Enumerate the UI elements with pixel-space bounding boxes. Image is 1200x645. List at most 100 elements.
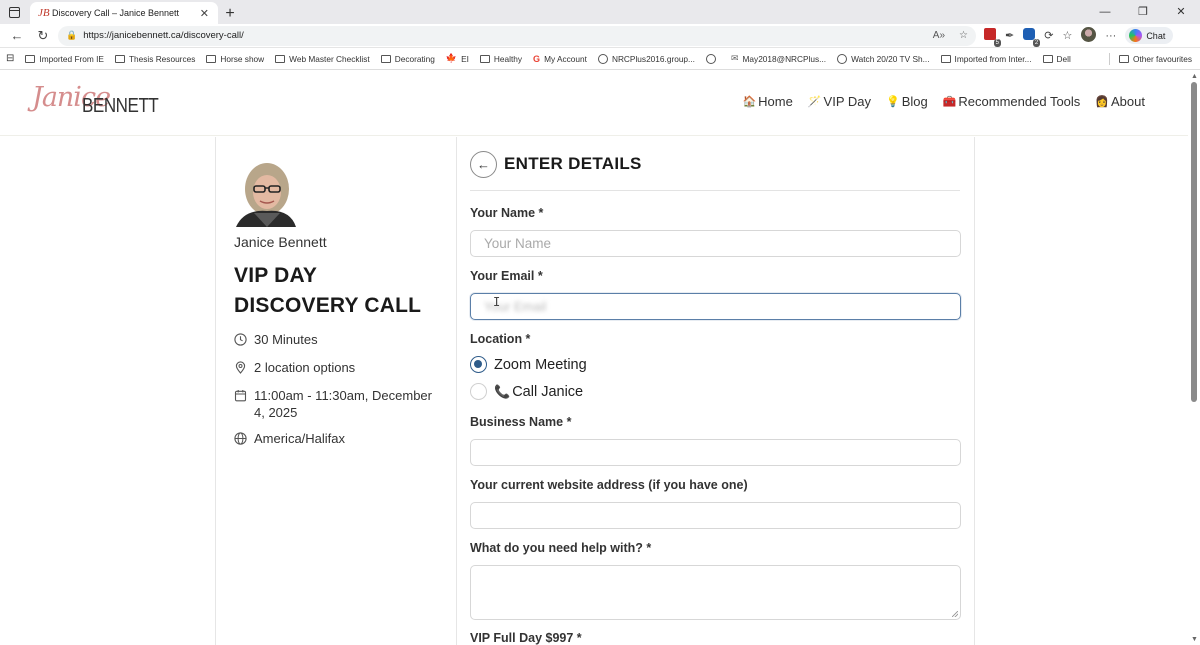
bookmark-item[interactable]: Imported From IE	[25, 54, 104, 64]
site-logo[interactable]: Janice BENNETT	[30, 82, 160, 122]
folder-icon	[380, 54, 391, 63]
bookmark-label: Horse show	[220, 53, 265, 64]
form-heading: ENTER DETAILS	[504, 154, 642, 173]
location-option-call-label: Call Janice	[512, 383, 584, 400]
nav-home-label: Home	[758, 94, 793, 109]
bookmark-item[interactable]: Imported from Inter...	[940, 54, 1032, 64]
extension-red-icon[interactable]: 5	[984, 28, 1001, 47]
back-arrow-icon[interactable]: ←	[6, 28, 28, 43]
bookmark-item[interactable]: Decorating	[380, 53, 435, 64]
new-tab-button[interactable]: +	[218, 4, 242, 24]
nav-blog[interactable]: 💡 Blog	[886, 94, 928, 109]
nav-home[interactable]: 🏠 Home	[742, 94, 792, 109]
globe-icon	[837, 53, 848, 64]
bookmark-item[interactable]: Watch 20/20 TV Sh...	[837, 53, 930, 64]
read-aloud-icon[interactable]: A»	[933, 30, 945, 41]
favorites-icon[interactable]: ☆	[1062, 29, 1072, 42]
restore-icon[interactable]: ❐	[1124, 0, 1162, 24]
bookmark-label: Imported From IE	[39, 53, 104, 64]
event-title-line-1: VIP DAY	[234, 264, 318, 287]
scrollbar-thumb[interactable]	[1191, 82, 1197, 402]
more-menu-icon[interactable]: ···	[1105, 30, 1116, 42]
back-button[interactable]: ←	[470, 151, 497, 178]
bookmark-item[interactable]: Horse show	[206, 54, 264, 64]
bookmark-item[interactable]: NRCPlus2016.group...	[597, 53, 695, 64]
bookmark-label: Healthy	[493, 53, 523, 64]
calendar-icon	[234, 390, 247, 402]
bookmark-item[interactable]: ✉ May2018@NRCPlus...	[731, 53, 826, 64]
extension-blue-icon[interactable]: 2	[1023, 28, 1041, 47]
address-bar[interactable]: 🔒 https://janicebennett.ca/discovery-cal…	[58, 25, 976, 46]
window-controls: — ❐ ✕	[1086, 0, 1200, 24]
datetime-text: 11:00am - 11:30am, December 4, 2025	[254, 388, 432, 420]
browser-tab-active[interactable]: JB Discovery Call – Janice Bennett ✕	[30, 2, 218, 24]
host-name: Janice Bennett	[234, 234, 327, 250]
copilot-icon	[1129, 29, 1143, 42]
website-input[interactable]	[470, 502, 961, 529]
main-nav: 🏠 Home 🪄 VIP Day 💡 Blog 🧰 Recommended Tools …	[742, 94, 1145, 109]
lightbulb-icon: 💡	[885, 96, 900, 108]
phone-icon: 📞	[494, 383, 511, 399]
event-details-panel: Janice Bennett VIP DAY DISCOVERY CALL 30…	[215, 137, 457, 645]
maple-leaf-icon: 🍁	[445, 53, 458, 63]
page-scrollbar[interactable]: ▲ ▼	[1188, 70, 1200, 645]
folder-icon	[479, 54, 490, 63]
site-favicon-icon: JB	[38, 7, 50, 19]
profile-avatar[interactable]	[1081, 26, 1097, 45]
bookmark-label: May2018@NRCPlus...	[742, 53, 827, 64]
location-pin-icon	[235, 361, 246, 374]
scroll-up-icon[interactable]: ▲	[1191, 73, 1198, 80]
globe-icon	[597, 53, 608, 64]
bookmark-item[interactable]: Dell	[1042, 54, 1071, 64]
bookmark-item[interactable]: G My Account	[533, 54, 587, 64]
locations-text: 2 location options	[254, 360, 356, 375]
email-input[interactable]: Your Email I	[470, 293, 961, 320]
close-window-icon[interactable]: ✕	[1162, 0, 1200, 24]
business-label: Business Name *	[470, 415, 572, 429]
person-icon: 👩	[1095, 96, 1110, 108]
event-datetime: 11:00am - 11:30am, December 4, 2025	[234, 387, 444, 421]
location-option-zoom[interactable]: Zoom Meeting	[470, 356, 587, 373]
location-option-zoom-label: Zoom Meeting	[494, 356, 587, 373]
tab-title: Discovery Call – Janice Bennett	[52, 8, 180, 18]
help-textarea[interactable]	[470, 565, 961, 620]
bookmark-label: Decorating	[394, 53, 435, 64]
nav-about-label: About	[1111, 94, 1145, 109]
form-divider	[470, 190, 960, 191]
name-input[interactable]: Your Name	[470, 230, 961, 257]
close-tab-icon[interactable]: ✕	[197, 7, 212, 20]
radio-selected[interactable]	[470, 356, 487, 373]
minimize-icon[interactable]: —	[1086, 0, 1124, 24]
eyedropper-icon[interactable]: ✒	[1005, 29, 1014, 42]
extensions-area: 5 ✒ 2 ⟳ ☆ ··· Chat	[984, 26, 1174, 47]
chat-label: Chat	[1146, 30, 1166, 41]
lock-icon[interactable]: 🔒	[66, 30, 77, 41]
favorite-star-icon[interactable]: ☆	[959, 30, 968, 41]
house-icon: 🏠	[742, 96, 757, 108]
nav-recommended-tools[interactable]: 🧰 Recommended Tools	[943, 94, 1081, 109]
reading-list-icon[interactable]: ⊟	[6, 53, 14, 64]
sync-icon[interactable]: ⟳	[1044, 29, 1053, 42]
url-text[interactable]: https://janicebennett.ca/discovery-call/	[83, 30, 919, 41]
copilot-chat-button[interactable]: Chat	[1125, 27, 1174, 44]
website-label: Your current website address (if you hav…	[470, 478, 748, 492]
business-input[interactable]	[470, 439, 961, 466]
nav-vip-day[interactable]: 🪄 VIP Day	[808, 94, 871, 109]
vip-label: VIP Full Day $997 *	[470, 631, 582, 645]
location-option-call[interactable]: 📞 Call Janice	[470, 383, 583, 400]
timezone-text: America/Halifax	[254, 431, 346, 446]
nav-recommended-tools-label: Recommended Tools	[958, 94, 1081, 109]
nav-about[interactable]: 👩 About	[1095, 94, 1145, 109]
bookmark-item[interactable]: Healthy	[479, 53, 523, 64]
bookmark-item[interactable]: Thesis Resources	[114, 54, 195, 64]
bookmark-item[interactable]: 🍁 EI	[446, 53, 469, 64]
bookmark-item[interactable]	[705, 53, 720, 64]
google-icon: G	[533, 53, 541, 64]
tab-actions-icon[interactable]	[0, 0, 28, 24]
scroll-down-icon[interactable]: ▼	[1191, 636, 1198, 643]
radio-unselected[interactable]	[470, 383, 487, 400]
bookmark-item[interactable]: Web Master Checklist	[275, 54, 370, 64]
other-favourites-folder[interactable]: Other favourites	[1108, 48, 1192, 70]
globe-icon	[234, 432, 247, 445]
refresh-icon[interactable]: ↻	[32, 28, 54, 44]
